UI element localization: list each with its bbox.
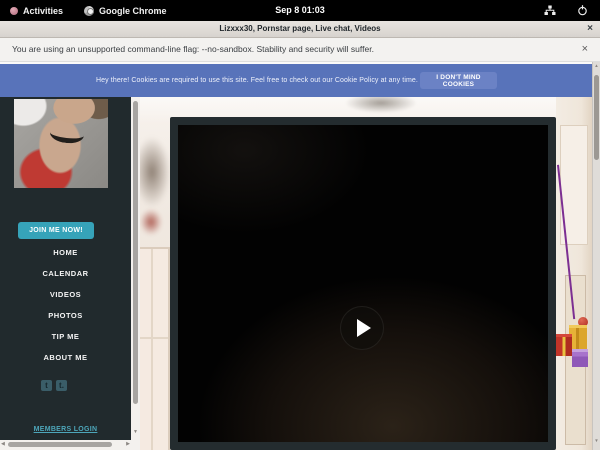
infobar-close-button[interactable]: × — [582, 38, 588, 61]
window-title-bar: Lizxxx30, Pornstar page, Live chat, Vide… — [0, 21, 600, 38]
video-surface[interactable] — [178, 125, 548, 442]
members-login-link[interactable]: MEMBERS LOGIN — [0, 426, 131, 433]
activities-button[interactable]: Activities — [10, 0, 63, 21]
sidebar: JOIN ME NOW! HOME CALENDAR VIDEOS PHOTOS… — [0, 97, 131, 450]
network-tree-icon — [544, 5, 556, 16]
ceiling-shadow-decoration — [345, 97, 417, 113]
network-tray-icon[interactable] — [544, 0, 556, 21]
gnome-top-bar: Activities Google Chrome Sep 8 01:03 — [0, 0, 600, 21]
infobar-message: You are using an unsupported command-lin… — [12, 38, 374, 61]
power-icon — [577, 5, 588, 16]
browser-scroll-down-icon[interactable]: ▼ — [593, 438, 600, 443]
cookie-message: Hey there! Cookies are required to use t… — [96, 64, 418, 97]
window-title: Lizxxx30, Pornstar page, Live chat, Vide… — [0, 21, 600, 37]
sidebar-scroll-right-icon[interactable]: ▶ — [126, 440, 130, 449]
sidebar-scroll-down-icon[interactable]: ▼ — [131, 429, 140, 435]
tumblr-icon[interactable]: t. — [56, 380, 67, 391]
screen: Activities Google Chrome Sep 8 01:03 Liz… — [0, 0, 600, 450]
activities-label: Activities — [23, 6, 63, 16]
focused-app-menu[interactable]: Google Chrome — [84, 0, 167, 21]
join-me-now-button[interactable]: JOIN ME NOW! — [18, 222, 94, 239]
sidebar-item-home[interactable]: HOME — [0, 248, 131, 257]
app-label: Google Chrome — [99, 6, 167, 16]
clock[interactable]: Sep 8 01:03 — [275, 0, 325, 21]
sidebar-item-calendar[interactable]: CALENDAR — [0, 269, 131, 278]
power-tray-icon[interactable] — [577, 0, 588, 21]
window-close-button[interactable]: × — [584, 21, 596, 37]
pillow-blob-decoration — [140, 137, 170, 207]
sidebar-vscroll-thumb[interactable] — [133, 101, 138, 404]
play-icon — [357, 319, 371, 337]
model-profile-photo — [14, 99, 108, 188]
sidebar-item-photos[interactable]: PHOTOS — [0, 311, 131, 320]
browser-scroll-up-icon[interactable]: ▲ — [593, 63, 600, 68]
sidebar-item-about-me[interactable]: ABOUT ME — [0, 353, 131, 362]
play-button[interactable] — [340, 306, 384, 350]
window-frame-decoration — [140, 247, 170, 450]
chrome-icon — [84, 6, 94, 16]
sidebar-scroll-left-icon[interactable]: ◀ — [1, 440, 5, 449]
browser-scrollbar[interactable]: ▲ ▼ — [592, 62, 600, 450]
twitter-icon[interactable]: t — [41, 380, 52, 391]
sidebar-item-tip-me[interactable]: TIP ME — [0, 332, 131, 341]
cookie-accept-button[interactable]: I DON'T MIND COOKIES — [420, 72, 497, 89]
necklace-decoration — [49, 123, 85, 144]
sidebar-hscroll-thumb[interactable] — [8, 442, 112, 447]
sidebar-vertical-scrollbar[interactable]: ▼ — [131, 97, 140, 450]
sidebar-item-videos[interactable]: VIDEOS — [0, 290, 131, 299]
chrome-infobar: You are using an unsupported command-lin… — [0, 38, 600, 62]
red-fabric-decoration — [140, 209, 162, 235]
gift-box-purple-decoration — [572, 349, 588, 367]
sidebar-horizontal-scrollbar[interactable]: ◀ ▶ — [0, 440, 131, 450]
browser-scroll-thumb[interactable] — [594, 75, 599, 160]
activities-indicator-icon — [10, 7, 18, 15]
video-player-frame — [170, 117, 556, 450]
cookie-banner: Hey there! Cookies are required to use t… — [0, 64, 592, 97]
gift-box-red-decoration — [556, 334, 572, 356]
